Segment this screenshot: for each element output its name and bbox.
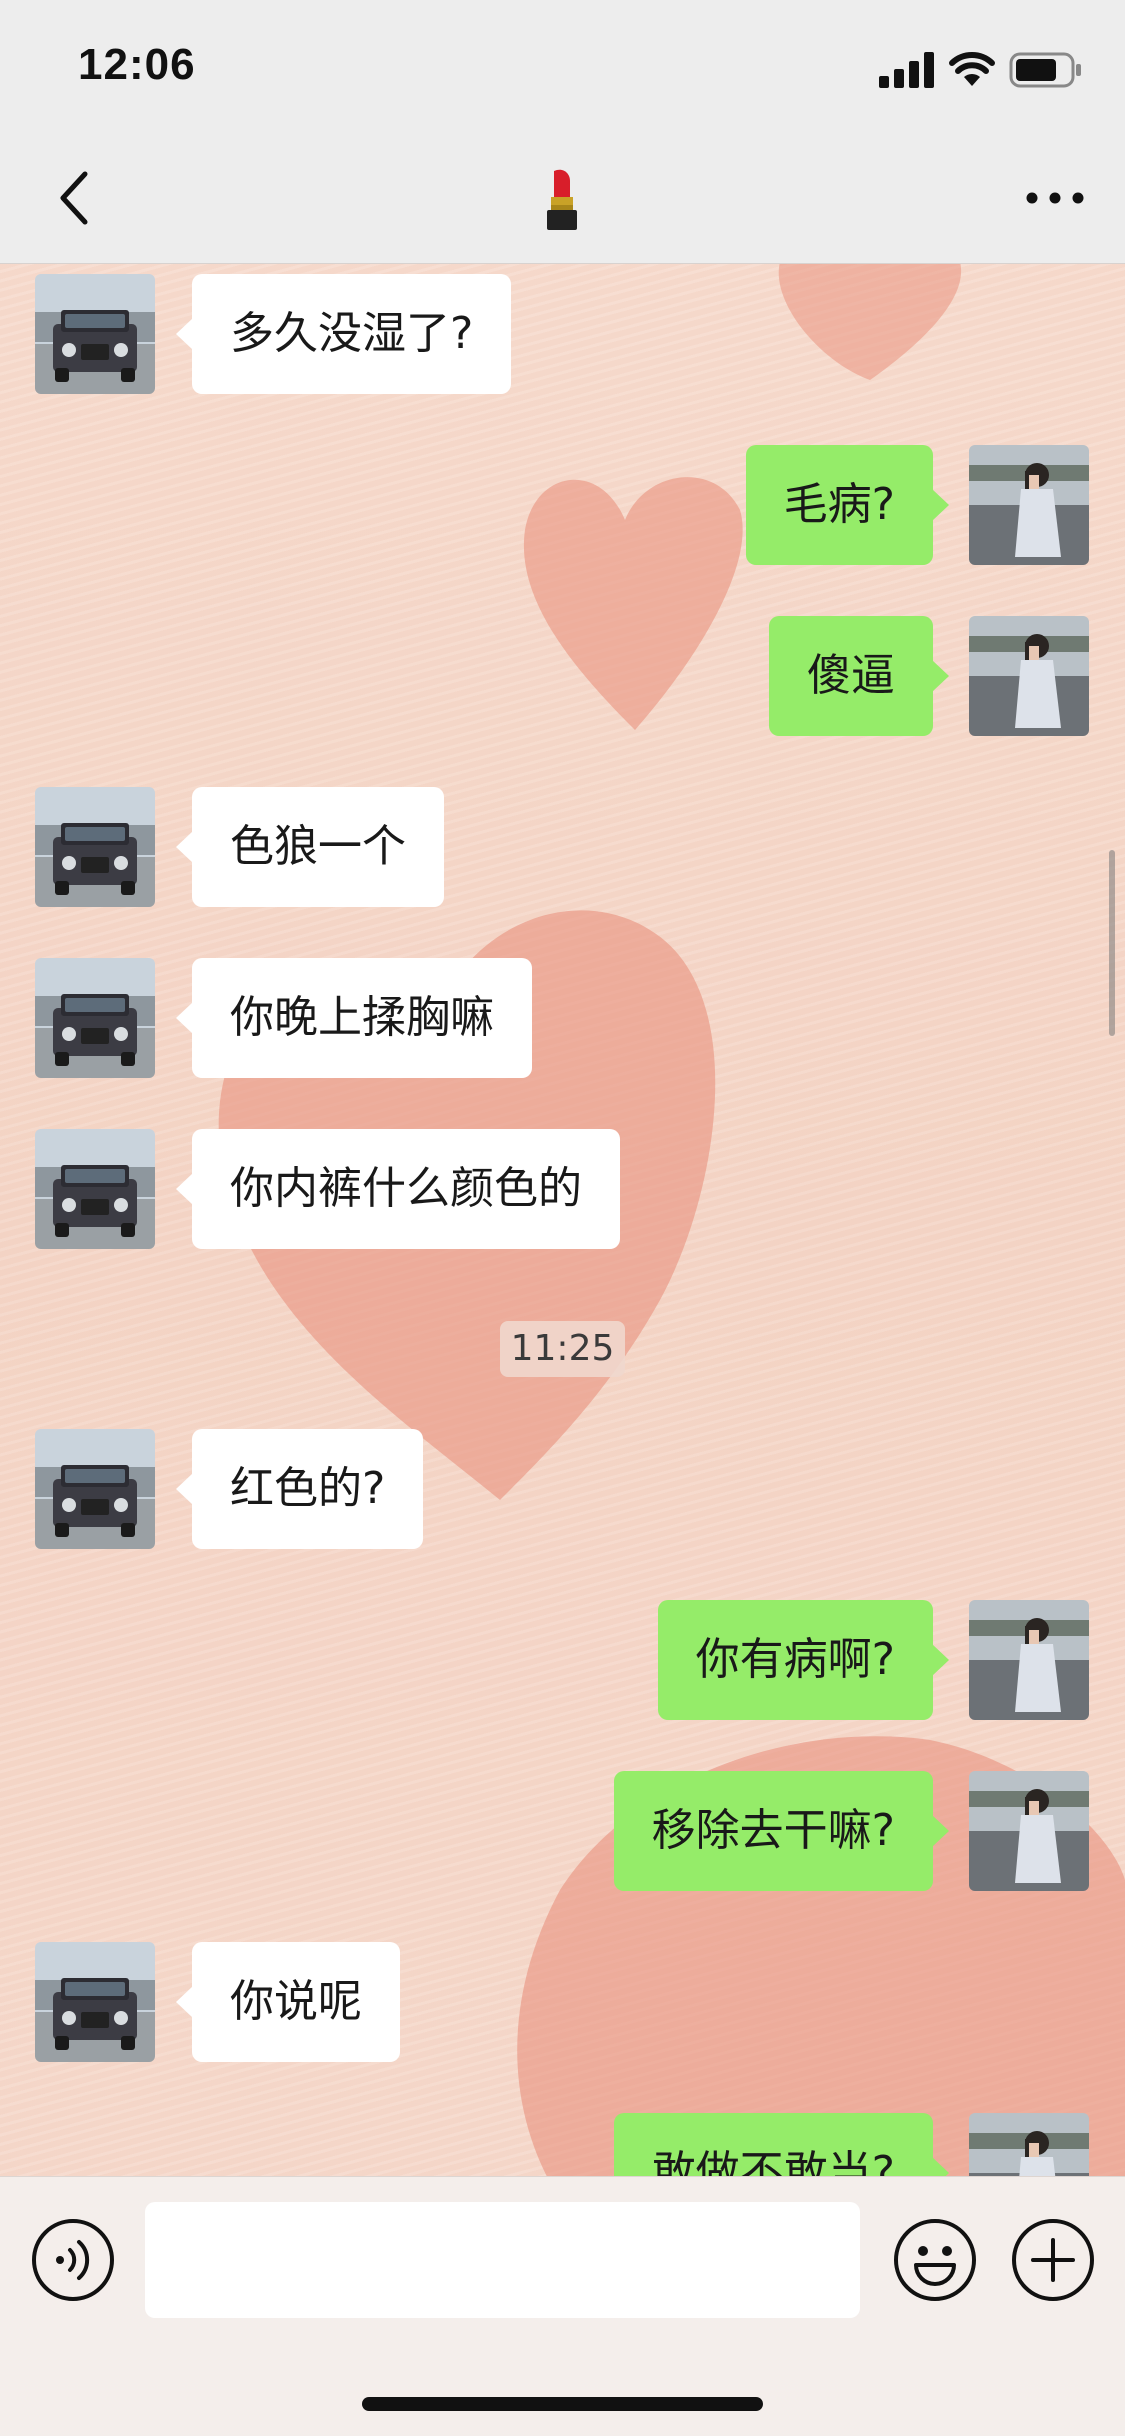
self-avatar[interactable] — [969, 2113, 1089, 2176]
message-outgoing: 移除去干嘛? — [0, 1771, 1125, 1891]
message-bubble[interactable]: 你内裤什么颜色的 — [176, 1129, 620, 1249]
status-bar: 12:06 — [0, 0, 1125, 135]
emoji-icon — [894, 2219, 976, 2301]
message-bubble[interactable]: 你晚上揉胸嘛 — [176, 958, 532, 1078]
scroll-indicator[interactable] — [1109, 850, 1115, 1036]
self-avatar[interactable] — [969, 616, 1089, 736]
message-bubble[interactable]: 敢做不敢当? — [613, 2113, 950, 2176]
message-bubble[interactable]: 你有病啊? — [657, 1600, 950, 1720]
message-timestamp: 11:25 — [500, 1321, 625, 1377]
input-bar — [0, 2176, 1125, 2436]
message-incoming: 色狼一个 — [0, 787, 1125, 907]
self-avatar[interactable] — [969, 1771, 1089, 1891]
plus-icon — [1012, 2219, 1094, 2301]
voice-button[interactable] — [30, 2217, 116, 2303]
home-indicator[interactable] — [362, 2397, 763, 2411]
car-photo — [35, 1429, 155, 1549]
message-bubble[interactable]: 色狼一个 — [176, 787, 444, 907]
car-photo — [35, 274, 155, 394]
chat-header — [0, 135, 1125, 264]
wifi-icon — [949, 52, 995, 86]
more-options-button[interactable] — [1015, 165, 1095, 231]
person-photo — [969, 616, 1089, 736]
person-photo — [969, 2113, 1089, 2176]
message-input[interactable] — [145, 2202, 860, 2318]
message-incoming: 红色的? — [0, 1429, 1125, 1549]
more-dots-icon — [1026, 192, 1084, 204]
status-icons — [879, 50, 1083, 90]
car-photo — [35, 787, 155, 907]
message-bubble[interactable]: 傻逼 — [769, 616, 949, 736]
emoji-button[interactable] — [892, 2217, 978, 2303]
self-avatar[interactable] — [969, 1600, 1089, 1720]
contact-avatar[interactable] — [35, 274, 155, 394]
message-incoming: 你内裤什么颜色的 — [0, 1129, 1125, 1249]
lipstick-icon — [547, 169, 577, 230]
battery-icon — [1009, 52, 1081, 88]
person-photo — [969, 1771, 1089, 1891]
back-button[interactable] — [40, 163, 110, 233]
message-bubble[interactable]: 你说呢 — [176, 1942, 400, 2062]
person-photo — [969, 1600, 1089, 1720]
message-outgoing: 傻逼 — [0, 616, 1125, 736]
message-incoming: 多久没湿了? — [0, 274, 1125, 394]
person-photo — [969, 445, 1089, 565]
status-time: 12:06 — [78, 40, 196, 89]
message-outgoing: 敢做不敢当? — [0, 2113, 1125, 2176]
contact-avatar[interactable] — [35, 1129, 155, 1249]
contact-avatar[interactable] — [35, 1942, 155, 2062]
message-list[interactable]: 多久没湿了? 毛病? 傻逼 色狼一个 你晚上揉胸嘛 你内裤什么颜色的 11:25… — [0, 264, 1125, 2176]
contact-avatar[interactable] — [35, 958, 155, 1078]
car-photo — [35, 1942, 155, 2062]
contact-avatar[interactable] — [35, 787, 155, 907]
cellular-signal-icon — [879, 52, 934, 88]
message-bubble[interactable]: 红色的? — [175, 1429, 424, 1549]
voice-icon — [32, 2219, 114, 2301]
message-incoming: 你晚上揉胸嘛 — [0, 958, 1125, 1078]
message-outgoing: 你有病啊? — [0, 1600, 1125, 1720]
message-bubble[interactable]: 移除去干嘛? — [613, 1771, 950, 1891]
car-photo — [35, 1129, 155, 1249]
car-photo — [35, 958, 155, 1078]
message-bubble[interactable]: 毛病? — [745, 445, 950, 565]
message-incoming: 你说呢 — [0, 1942, 1125, 2062]
chat-title — [532, 163, 592, 235]
self-avatar[interactable] — [969, 445, 1089, 565]
message-bubble[interactable]: 多久没湿了? — [175, 274, 512, 394]
message-outgoing: 毛病? — [0, 445, 1125, 565]
more-functions-button[interactable] — [1010, 2217, 1096, 2303]
contact-avatar[interactable] — [35, 1429, 155, 1549]
chevron-left-icon — [60, 171, 88, 225]
chat-screen: 12:06 多久没湿了? 毛病? 傻逼 色狼一个 你晚上揉胸嘛 你内裤什么颜色的… — [0, 0, 1125, 2436]
